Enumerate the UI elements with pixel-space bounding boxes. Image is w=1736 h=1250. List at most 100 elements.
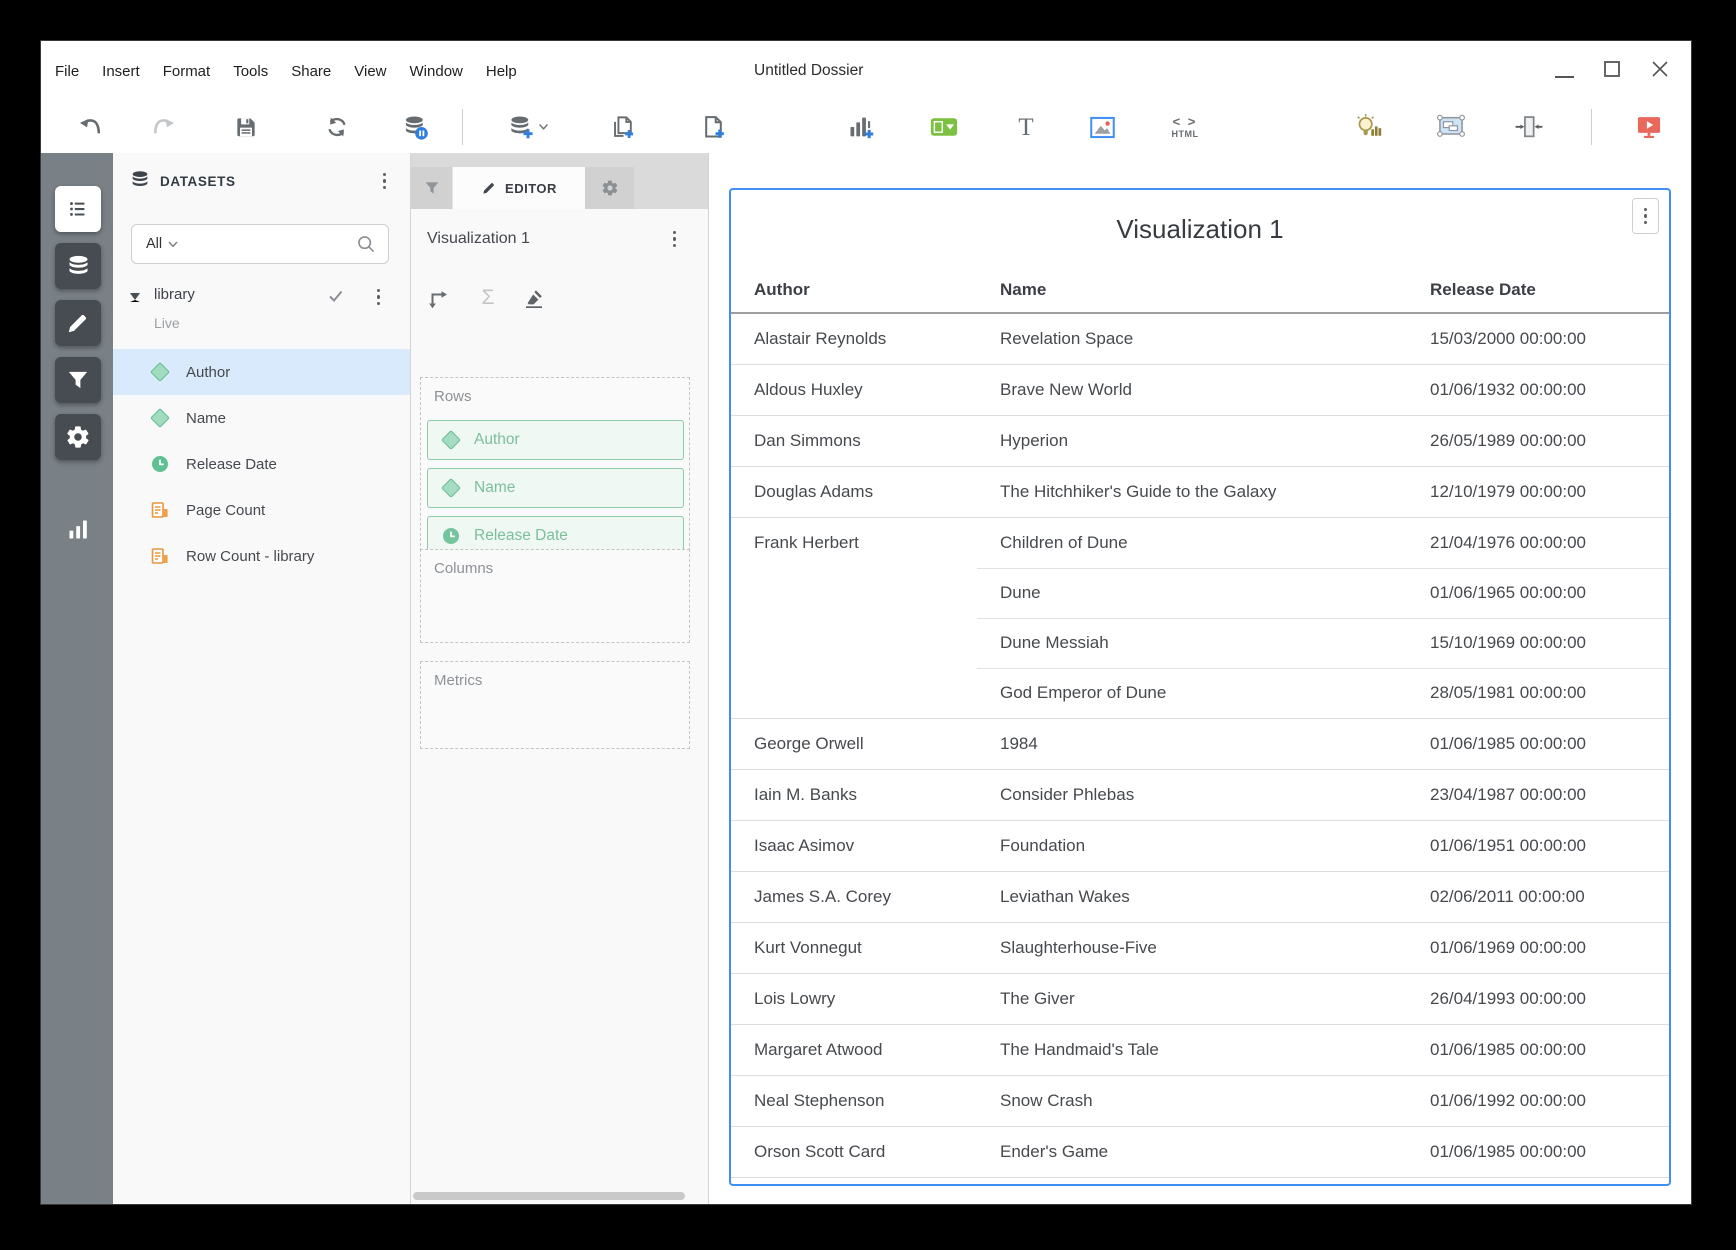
- table-column-header[interactable]: Author: [731, 268, 977, 312]
- tab-editor[interactable]: EDITOR: [453, 167, 585, 209]
- rows-zone-label: Rows: [434, 388, 472, 405]
- field-label: Release Date: [186, 456, 277, 473]
- visualization-menu-button[interactable]: [1632, 198, 1659, 234]
- date-clock-icon: [442, 527, 460, 545]
- field-chip[interactable]: Name: [427, 468, 684, 508]
- table-column-header[interactable]: Release Date: [1407, 268, 1669, 312]
- field-label: Page Count: [186, 502, 265, 519]
- sidebar-item-datasets[interactable]: [55, 243, 101, 289]
- table-row[interactable]: Douglas Adams The Hitchhiker's Guide to …: [731, 466, 1669, 517]
- table-row[interactable]: Orson Scott Card Ender's Game 01/06/1985…: [731, 1126, 1669, 1177]
- menu-item[interactable]: Tools: [230, 59, 271, 84]
- table-row[interactable]: Iain M. Banks Consider Phlebas 23/04/198…: [731, 769, 1669, 820]
- present-button[interactable]: [1635, 113, 1663, 141]
- menu-item[interactable]: File: [52, 59, 82, 84]
- editor-viz-menu-button[interactable]: [669, 227, 680, 251]
- sidebar-item-filter[interactable]: [55, 357, 101, 403]
- close-button[interactable]: [1643, 49, 1677, 89]
- dataset-field[interactable]: Row Count - library: [113, 533, 410, 579]
- search-filter-dropdown[interactable]: All: [132, 235, 184, 253]
- menu-item[interactable]: Insert: [99, 59, 143, 84]
- datasets-panel: DATASETS All library: [113, 153, 411, 1205]
- add-selector-button[interactable]: [930, 113, 958, 141]
- scrollbar-thumb[interactable]: [413, 1192, 685, 1200]
- menu-item[interactable]: View: [351, 59, 389, 84]
- menu-item[interactable]: Window: [407, 59, 466, 84]
- visualization-title: Visualization 1: [731, 190, 1669, 268]
- insights-button[interactable]: [1354, 113, 1382, 141]
- maximize-button[interactable]: [1595, 49, 1629, 89]
- add-visualization-button[interactable]: [847, 113, 875, 141]
- dataset-field[interactable]: Author: [113, 349, 410, 395]
- table-row[interactable]: God Emperor of Dune 28/05/1981 00:00:00: [731, 668, 1669, 718]
- table-row[interactable]: Frank Herbert Children of Dune 21/04/197…: [731, 517, 1669, 568]
- auto-arrange-button[interactable]: [1437, 113, 1465, 141]
- field-chip[interactable]: Author: [427, 420, 684, 460]
- dataset-status-button[interactable]: [401, 113, 429, 141]
- cell-release-date: 26/04/1993 00:00:00: [1407, 974, 1669, 1024]
- metrics-zone-label: Metrics: [434, 672, 482, 689]
- redo-button[interactable]: [149, 113, 177, 141]
- add-text-icon: T: [1018, 115, 1033, 140]
- dataset-field[interactable]: Name: [113, 395, 410, 441]
- add-text-button[interactable]: T: [1012, 113, 1040, 141]
- add-html-button[interactable]: < > HTML: [1165, 113, 1205, 141]
- cell-name: Revelation Space: [977, 314, 1407, 364]
- undo-button[interactable]: [77, 113, 105, 141]
- visualization-card[interactable]: Visualization 1 Author Name Release Date…: [729, 188, 1671, 1186]
- settings-gear-icon: [65, 424, 91, 450]
- sidebar-item-settings[interactable]: [55, 414, 101, 460]
- dataset-search[interactable]: All: [131, 224, 389, 264]
- menu-item[interactable]: Format: [160, 59, 214, 84]
- table-header-row: Author Name Release Date: [731, 268, 1669, 314]
- tab-filter[interactable]: [411, 167, 453, 209]
- table-row[interactable]: Aldous Huxley Brave New World 01/06/1932…: [731, 364, 1669, 415]
- rows-dropzone[interactable]: Rows Author: [420, 377, 690, 571]
- table-row[interactable]: Lois Lowry The Giver 26/04/1993 00:00:00: [731, 973, 1669, 1024]
- table-row[interactable]: Alastair Reynolds Revelation Space 15/03…: [731, 314, 1669, 364]
- save-icon: [233, 114, 259, 140]
- save-button[interactable]: [232, 113, 260, 141]
- table-row[interactable]: George Orwell 1984 01/06/1985 00:00:00: [731, 718, 1669, 769]
- datasets-menu-button[interactable]: [379, 169, 390, 193]
- dataset-field[interactable]: Release Date: [113, 441, 410, 487]
- table-row[interactable]: Neal Stephenson Snow Crash 01/06/1992 00…: [731, 1075, 1669, 1126]
- add-data-button[interactable]: [499, 113, 557, 141]
- totals-sigma-button[interactable]: Σ: [471, 281, 505, 315]
- menu-item[interactable]: Share: [288, 59, 334, 84]
- minimize-button[interactable]: [1547, 49, 1581, 89]
- sidebar-item-edit[interactable]: [55, 300, 101, 346]
- add-html-icon: < > HTML: [1172, 115, 1199, 139]
- table-row[interactable]: Dune 01/06/1965 00:00:00: [731, 568, 1669, 618]
- cell-release-date: 01/06/1985 00:00:00: [1407, 719, 1669, 769]
- dataset-menu-button[interactable]: [373, 285, 384, 309]
- menu-item[interactable]: Help: [483, 59, 520, 84]
- table-row[interactable]: Dan Simmons Hyperion 26/05/1989 00:00:00: [731, 415, 1669, 466]
- close-icon: [1651, 60, 1669, 78]
- sidebar-item-visualization-gallery[interactable]: [55, 506, 101, 552]
- tab-format[interactable]: [585, 167, 634, 209]
- table-row[interactable]: Dune Messiah 15/10/1969 00:00:00: [731, 618, 1669, 668]
- clear-eraser-button[interactable]: [517, 281, 551, 315]
- swap-axes-button[interactable]: [421, 281, 455, 315]
- sidebar-item-contents[interactable]: [55, 186, 101, 232]
- metrics-dropzone[interactable]: Metrics: [420, 661, 690, 749]
- refresh-button[interactable]: [323, 113, 351, 141]
- dataset-row[interactable]: library: [113, 281, 410, 313]
- collapse-triangle-icon[interactable]: [130, 293, 140, 302]
- table-row[interactable]: James S.A. Corey Leviathan Wakes 02/06/2…: [731, 871, 1669, 922]
- cell-name: Ender's Game: [977, 1127, 1407, 1177]
- fit-page-button[interactable]: [1515, 113, 1543, 141]
- table-row[interactable]: Kurt Vonnegut Slaughterhouse-Five 01/06/…: [731, 922, 1669, 973]
- table-row[interactable]: Peter F. Hamilton Pandora's Star 02/03/2…: [731, 1177, 1669, 1186]
- chevron-down-icon: [168, 241, 178, 248]
- columns-dropzone[interactable]: Columns: [420, 549, 690, 643]
- table-row[interactable]: Margaret Atwood The Handmaid's Tale 01/0…: [731, 1024, 1669, 1075]
- table-row[interactable]: Isaac Asimov Foundation 01/06/1951 00:00…: [731, 820, 1669, 871]
- duplicate-page-button[interactable]: [609, 113, 637, 141]
- add-image-button[interactable]: [1088, 113, 1116, 141]
- add-page-button[interactable]: [699, 113, 727, 141]
- table-column-header[interactable]: Name: [977, 268, 1407, 312]
- dataset-field[interactable]: Page Count: [113, 487, 410, 533]
- search-button[interactable]: [356, 234, 376, 254]
